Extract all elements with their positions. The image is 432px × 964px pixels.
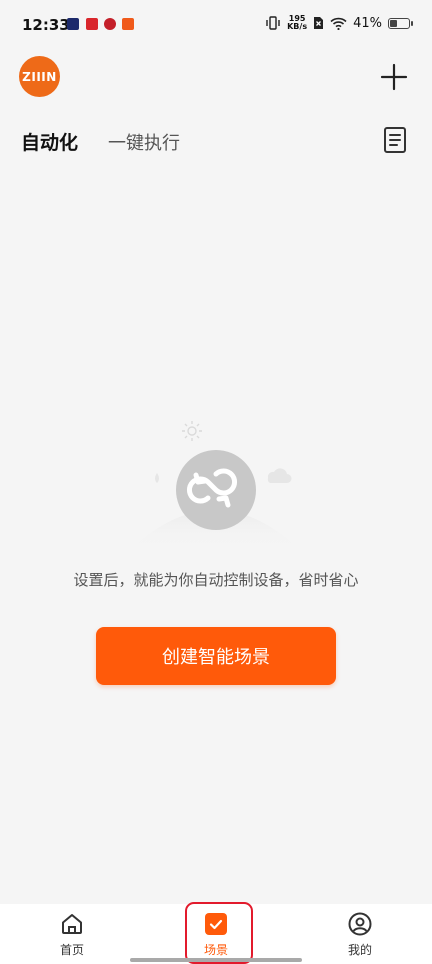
create-scene-button[interactable]: 创建智能场景 (96, 627, 336, 685)
cloud-icon (267, 468, 292, 483)
battery-icon (388, 17, 413, 29)
droplet-icon (155, 473, 159, 483)
empty-state-illustration (130, 421, 300, 550)
home-icon (62, 914, 82, 934)
scenes-tab-highlight-box (185, 902, 253, 964)
app-logo[interactable]: ZIIIN (19, 56, 60, 97)
empty-state-message: 设置后，就能为你自动控制设备，省时省心 (73, 571, 359, 589)
home-indicator[interactable] (130, 958, 302, 962)
battery-percent: 41% (353, 15, 382, 31)
wifi-icon (330, 17, 347, 30)
nav-home[interactable]: 首页 (32, 912, 112, 958)
nav-label-home: 首页 (59, 943, 84, 957)
tab-one-click[interactable]: 一键执行 (108, 129, 180, 155)
status-time: 12:33 (22, 16, 70, 34)
notification-app-icon (67, 18, 79, 30)
sim-disabled-icon (314, 17, 324, 29)
tab-automation[interactable]: 自动化 (21, 128, 78, 155)
sun-icon (182, 421, 202, 441)
notification-app-icon (104, 18, 116, 30)
notification-app-icon (122, 18, 134, 30)
vibrate-icon (266, 16, 280, 30)
status-bar: 12:33 195 KB/s 41% (0, 0, 432, 52)
status-indicators: 195 KB/s 41% (265, 14, 413, 31)
network-speed: 195 KB/s (287, 14, 308, 31)
notification-app-icon (86, 18, 98, 30)
log-list-icon[interactable] (383, 126, 407, 154)
nav-profile[interactable]: 我的 (320, 912, 400, 958)
add-icon[interactable] (380, 63, 408, 91)
scene-tabs: 自动化 一键执行 (21, 128, 180, 155)
profile-icon (348, 912, 372, 936)
battery-level-fill (390, 19, 397, 27)
nav-label-profile: 我的 (347, 943, 372, 957)
